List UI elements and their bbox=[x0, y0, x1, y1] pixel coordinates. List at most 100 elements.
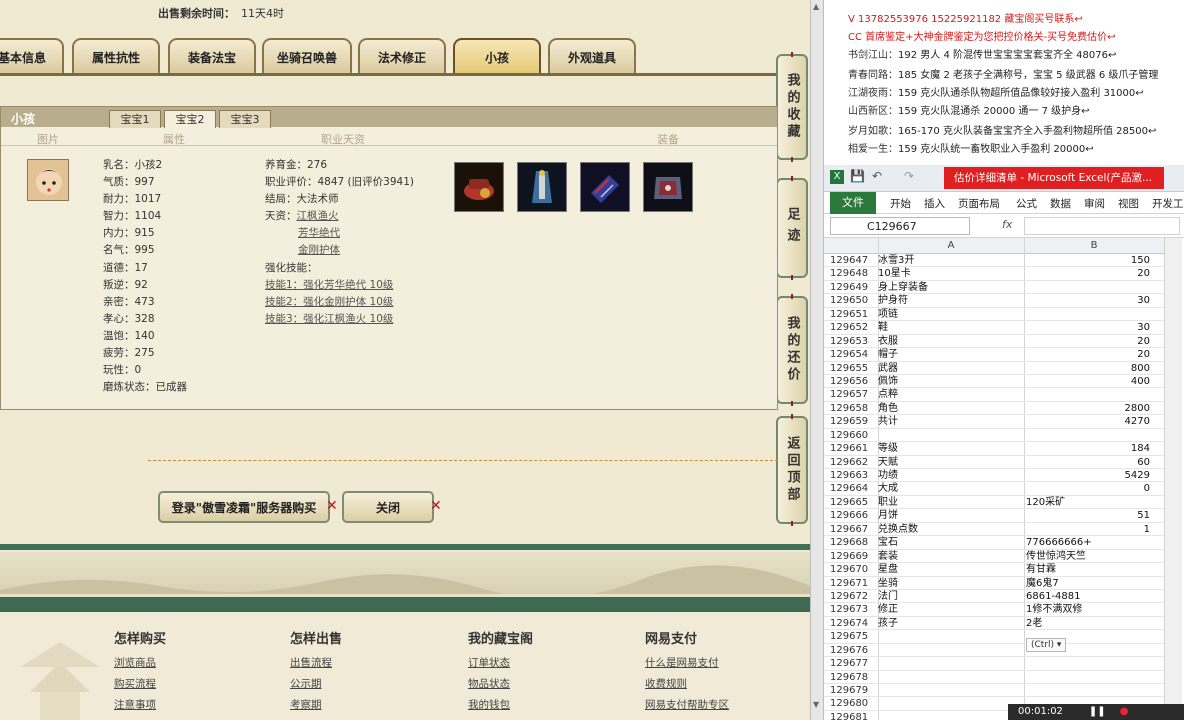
row-number[interactable]: 129668 bbox=[830, 536, 880, 549]
ribbon-tab-view[interactable]: 视图 bbox=[1118, 196, 1139, 211]
cell-b[interactable]: 60 bbox=[1026, 456, 1150, 469]
window-scrollbar[interactable]: ▲ ▼ bbox=[810, 0, 824, 720]
row-number[interactable]: 129678 bbox=[830, 671, 880, 684]
footer-link[interactable]: 注意事项 bbox=[114, 695, 166, 716]
row-number[interactable]: 129659 bbox=[830, 415, 880, 428]
cell-b[interactable]: 1 bbox=[1026, 523, 1150, 536]
cell-b[interactable]: 2老 bbox=[1026, 617, 1150, 630]
row-number[interactable]: 129667 bbox=[830, 523, 880, 536]
row-number[interactable]: 129648 bbox=[830, 267, 880, 280]
row-number[interactable]: 129679 bbox=[830, 684, 880, 697]
paste-options-button[interactable]: (Ctrl) ▾ bbox=[1026, 638, 1067, 652]
sheet-row[interactable]: 129670 星盘 有甘霖 bbox=[824, 563, 1164, 577]
talent-link-2[interactable]: 芳华绝代 bbox=[298, 227, 340, 239]
save-icon[interactable]: 💾 bbox=[850, 169, 865, 183]
row-number[interactable]: 129677 bbox=[830, 657, 880, 670]
sheet-row[interactable]: 129673 修正 1修不满双修 bbox=[824, 603, 1164, 617]
equip-slot-3[interactable] bbox=[580, 162, 630, 212]
cell-a[interactable]: 武器 bbox=[878, 362, 1024, 375]
cell-b[interactable]: 2800 bbox=[1026, 402, 1150, 415]
sheet-row[interactable]: 129678 bbox=[824, 671, 1164, 684]
sheet-row[interactable]: 129666 月饼 51 bbox=[824, 509, 1164, 523]
cell-b[interactable]: 20 bbox=[1026, 267, 1150, 280]
sheet-row[interactable]: 129653 衣服 20 bbox=[824, 335, 1164, 349]
cell-b[interactable]: 6861-4881 bbox=[1026, 590, 1150, 603]
sheet-row[interactable]: 129649 身上穿装备 bbox=[824, 281, 1164, 295]
tab-child[interactable]: 小孩 bbox=[453, 38, 541, 74]
sheet-grid[interactable]: 129647 冰雪3开 150 129648 10星卡 20 129649 身上穿装备 1296… bbox=[824, 254, 1164, 720]
sheet-row[interactable]: 129664 大成 0 bbox=[824, 482, 1164, 496]
sheet-row[interactable]: 129660 bbox=[824, 429, 1164, 443]
row-number[interactable]: 129656 bbox=[830, 375, 880, 388]
fx-icon[interactable]: fx bbox=[1002, 218, 1012, 231]
cell-a[interactable]: 孩子 bbox=[878, 617, 1024, 630]
sheet-row[interactable]: 129659 共计 4270 bbox=[824, 415, 1164, 429]
sheet-row[interactable]: 129657 点粹 bbox=[824, 388, 1164, 402]
sheet-row[interactable]: 129656 佩饰 400 bbox=[824, 375, 1164, 389]
file-tab[interactable]: 文件 bbox=[830, 192, 876, 214]
cell-a[interactable]: 共计 bbox=[878, 415, 1024, 428]
name-box[interactable]: C129667 bbox=[830, 217, 970, 235]
subtab-baby2[interactable]: 宝宝2 bbox=[164, 110, 216, 128]
row-number[interactable]: 129650 bbox=[830, 294, 880, 307]
sheet-row[interactable]: 129675 bbox=[824, 630, 1164, 644]
cell-b[interactable]: 120采矿 bbox=[1026, 496, 1150, 509]
sheet-row[interactable]: 129658 角色 2800 bbox=[824, 402, 1164, 416]
sheet-row[interactable]: 129676 bbox=[824, 644, 1164, 658]
cell-a[interactable]: 等级 bbox=[878, 442, 1024, 455]
cell-a[interactable]: 功绩 bbox=[878, 469, 1024, 482]
row-number[interactable]: 129676 bbox=[830, 644, 880, 657]
sheet-row[interactable]: 129654 帽子 20 bbox=[824, 348, 1164, 362]
footer-link[interactable]: 物品状态 bbox=[468, 674, 533, 695]
sheet-row[interactable]: 129648 10星卡 20 bbox=[824, 267, 1164, 281]
cell-a[interactable]: 宝石 bbox=[878, 536, 1024, 549]
redo-icon[interactable]: ↷ bbox=[904, 169, 914, 183]
row-number[interactable]: 129647 bbox=[830, 254, 880, 267]
row-number[interactable]: 129653 bbox=[830, 335, 880, 348]
footer-link[interactable]: 网易支付帮助专区 bbox=[645, 695, 729, 716]
row-number[interactable]: 129649 bbox=[830, 281, 880, 294]
row-number[interactable]: 129671 bbox=[830, 577, 880, 590]
equip-slot-1[interactable] bbox=[454, 162, 504, 212]
cell-b[interactable]: 1修不满双修 bbox=[1026, 603, 1150, 616]
row-number[interactable]: 129661 bbox=[830, 442, 880, 455]
subtab-baby1[interactable]: 宝宝1 bbox=[109, 110, 161, 128]
sheet-row[interactable]: 129651 项链 bbox=[824, 308, 1164, 322]
cell-a[interactable]: 大成 bbox=[878, 482, 1024, 495]
row-number[interactable]: 129681 bbox=[830, 711, 880, 720]
sheet-row[interactable]: 129668 宝石 776666666+ bbox=[824, 536, 1164, 550]
cell-b[interactable]: 20 bbox=[1026, 348, 1150, 361]
equip-slot-4[interactable] bbox=[643, 162, 693, 212]
sheet-row[interactable]: 129650 护身符 30 bbox=[824, 294, 1164, 308]
ribbon-tab-developer[interactable]: 开发工 bbox=[1152, 196, 1184, 211]
row-number[interactable]: 129672 bbox=[830, 590, 880, 603]
login-buy-button[interactable]: 登录"傲雪凌霜"服务器购买 bbox=[158, 491, 330, 523]
row-number[interactable]: 129654 bbox=[830, 348, 880, 361]
cell-b[interactable]: 150 bbox=[1026, 254, 1150, 267]
sheet-row[interactable]: 129647 冰雪3开 150 bbox=[824, 254, 1164, 268]
footer-link[interactable]: 考察期 bbox=[290, 695, 342, 716]
cell-b[interactable]: 有甘霖 bbox=[1026, 563, 1150, 576]
sheet-row[interactable]: 129672 法门 6861-4881 bbox=[824, 590, 1164, 604]
cell-a[interactable]: 兑换点数 bbox=[878, 523, 1024, 536]
row-number[interactable]: 129660 bbox=[830, 429, 880, 442]
col-header-a[interactable]: A bbox=[878, 238, 1024, 254]
sheet-row[interactable]: 129661 等级 184 bbox=[824, 442, 1164, 456]
sheet-row[interactable]: 129663 功绩 5429 bbox=[824, 469, 1164, 483]
ribbon-tab-insert[interactable]: 插入 bbox=[924, 196, 945, 211]
row-number[interactable]: 129664 bbox=[830, 482, 880, 495]
tab-equipment[interactable]: 装备法宝 bbox=[168, 38, 256, 74]
cell-b[interactable]: 30 bbox=[1026, 321, 1150, 334]
footer-link[interactable]: 购买流程 bbox=[114, 674, 166, 695]
cell-a[interactable]: 冰雪3开 bbox=[878, 254, 1024, 267]
corner-cell[interactable] bbox=[824, 238, 878, 254]
cell-b[interactable]: 传世惊鸿天竺 bbox=[1026, 550, 1150, 563]
ribbon-tab-formula[interactable]: 公式 bbox=[1016, 196, 1037, 211]
talent-link-1[interactable]: 江枫渔火 bbox=[297, 210, 339, 222]
cell-a[interactable]: 职业 bbox=[878, 496, 1024, 509]
sheet-row[interactable]: 129655 武器 800 bbox=[824, 362, 1164, 375]
cell-b[interactable]: 魔6鬼7 bbox=[1026, 577, 1150, 590]
cell-a[interactable]: 项链 bbox=[878, 308, 1024, 321]
cell-a[interactable]: 佩饰 bbox=[878, 375, 1024, 388]
row-number[interactable]: 129658 bbox=[830, 402, 880, 415]
